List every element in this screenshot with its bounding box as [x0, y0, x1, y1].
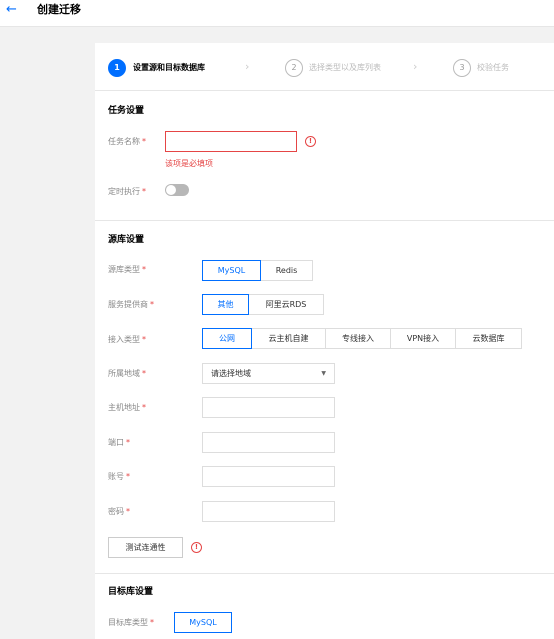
- port-input[interactable]: [202, 432, 335, 453]
- step-3-label: 校验任务: [477, 63, 509, 72]
- provider-selector: 其他 阿里云RDS: [202, 294, 324, 315]
- password-label: 密码 *: [108, 507, 130, 516]
- target-db-type-selector: MySQL: [174, 612, 232, 633]
- provider-option-aliyun-rds[interactable]: 阿里云RDS: [248, 294, 324, 315]
- access-option-public[interactable]: 公网: [202, 328, 252, 349]
- provider-label: 服务提供商 *: [108, 300, 154, 309]
- password-input[interactable]: [202, 501, 335, 522]
- host-label: 主机地址 *: [108, 403, 146, 412]
- step-2-number: 2: [285, 59, 303, 77]
- access-option-cloud-db[interactable]: 云数据库: [455, 328, 522, 349]
- provider-option-other[interactable]: 其他: [202, 294, 249, 315]
- divider: [95, 573, 554, 574]
- test-connection-button[interactable]: 测试连通性: [108, 537, 183, 558]
- access-option-direct-connect[interactable]: 专线接入: [325, 328, 391, 349]
- region-label: 所属地域 *: [108, 369, 146, 378]
- form-card: 1 设置源和目标数据库 › 2 选择类型以及库列表 › 3 校验任务 任务设置 …: [95, 43, 554, 639]
- caret-down-icon: ▼: [321, 370, 326, 377]
- access-option-cvm[interactable]: 云主机自建: [251, 328, 326, 349]
- task-name-error: 该项是必填项: [165, 159, 213, 168]
- region-select[interactable]: 请选择地域 ▼: [202, 363, 335, 384]
- chevron-right-icon: ›: [245, 60, 250, 73]
- source-db-type-selector: MySQL Redis: [202, 260, 313, 281]
- step-3-number: 3: [453, 59, 471, 77]
- toggle-knob: [166, 185, 176, 195]
- db-type-option-redis[interactable]: Redis: [260, 260, 313, 281]
- target-db-type-option-mysql[interactable]: MySQL: [174, 612, 232, 633]
- step-indicator: 1 设置源和目标数据库 › 2 选择类型以及库列表 › 3 校验任务: [95, 43, 554, 91]
- back-arrow-icon[interactable]: ←: [6, 3, 17, 17]
- account-input[interactable]: [202, 466, 335, 487]
- access-option-vpn[interactable]: VPN接入: [390, 328, 456, 349]
- schedule-label: 定时执行 *: [108, 187, 146, 196]
- task-name-input[interactable]: [165, 131, 297, 152]
- error-icon: !: [305, 136, 316, 147]
- chevron-right-icon: ›: [413, 60, 418, 73]
- source-settings-title: 源库设置: [108, 235, 145, 245]
- db-type-option-mysql[interactable]: MySQL: [202, 260, 261, 281]
- access-type-selector: 公网 云主机自建 专线接入 VPN接入 云数据库: [202, 328, 522, 349]
- divider: [95, 220, 554, 221]
- step-2-label: 选择类型以及库列表: [309, 63, 381, 72]
- error-icon: !: [191, 542, 202, 553]
- source-db-type-label: 源库类型 *: [108, 265, 146, 274]
- step-1-label: 设置源和目标数据库: [133, 63, 205, 72]
- task-name-label: 任务名称 *: [108, 137, 146, 146]
- host-input[interactable]: [202, 397, 335, 418]
- target-settings-title: 目标库设置: [108, 587, 154, 597]
- top-bar: ← 创建迁移: [0, 0, 554, 27]
- step-1-number: 1: [108, 59, 126, 77]
- schedule-toggle[interactable]: [165, 184, 189, 196]
- region-select-value: 请选择地域: [211, 369, 251, 378]
- task-settings-title: 任务设置: [108, 106, 145, 116]
- page-title: 创建迁移: [37, 3, 81, 16]
- port-label: 端口 *: [108, 438, 130, 447]
- account-label: 账号 *: [108, 472, 130, 481]
- target-db-type-label: 目标库类型 *: [108, 618, 154, 627]
- access-type-label: 接入类型 *: [108, 335, 146, 344]
